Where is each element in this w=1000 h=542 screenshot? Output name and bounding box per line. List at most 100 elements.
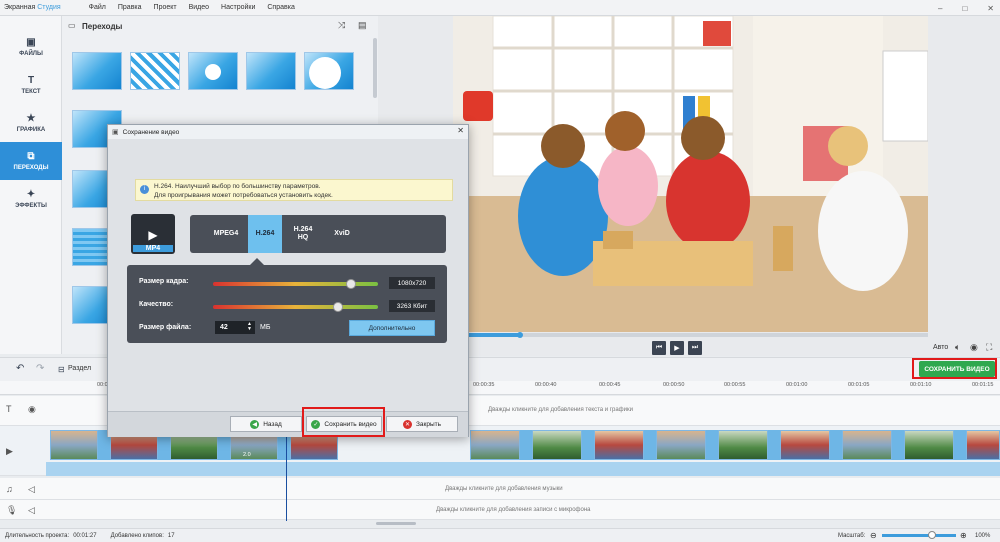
quality-knob[interactable] [333,302,343,312]
text-icon: T [27,74,35,86]
video-preview[interactable] [453,16,928,332]
timeline-clip[interactable] [842,430,892,460]
volume-icon[interactable]: ◁ [28,484,35,495]
circle-mark [205,64,221,80]
quality-slider[interactable] [213,305,378,309]
close-window-button[interactable]: ✕ [987,4,994,13]
menu-file[interactable]: Файл [89,4,106,11]
timeline-transition[interactable] [706,430,718,460]
encoding-settings-panel: Размер кадра: 1080x720 Качество: 3263 Кб… [127,265,447,343]
microphone-icon: 🎙︎ [6,505,18,515]
transition-thumb[interactable] [130,52,180,90]
ruler-tick: 00:00:45 [599,382,621,388]
menu-edit[interactable]: Правка [118,4,142,11]
frame-size-value: 1080x720 [389,277,435,289]
timeline-clip[interactable] [470,430,520,460]
zoom-slider-knob[interactable] [928,531,936,539]
sidebar-item-text[interactable]: T ТЕКСТ [0,66,62,104]
auto-label[interactable]: Авто [933,344,948,351]
timeline-scrollbar[interactable] [376,522,416,525]
zoom-in-icon[interactable]: ⊕ [960,531,967,540]
skip-back-button[interactable]: ⏮ [652,341,666,355]
codec-option-xvid[interactable]: XviD [324,215,360,253]
timeline-transition[interactable] [644,430,656,460]
timeline-clip[interactable] [594,430,644,460]
camera-icon[interactable]: ◉ [970,342,978,353]
timeline-clip[interactable] [656,430,706,460]
music-track-hint: Дважды кликните для добавления музыки [445,486,563,492]
volume-icon[interactable]: 🔈︎ [955,342,960,353]
timeline-clip[interactable] [50,430,98,460]
close-circle-icon: ✕ [402,419,412,429]
sidebar-item-effects[interactable]: ✦ ЭФФЕКТЫ [0,180,62,218]
menu-help[interactable]: Справка [267,4,294,11]
dialog-app-icon: ▣ [112,129,119,136]
timeline-transition[interactable] [582,430,594,460]
transition-thumb[interactable] [188,52,238,90]
maximize-button[interactable]: □ [962,4,967,13]
skip-forward-button[interactable]: ⏭ [688,341,702,355]
sidebar-item-transitions[interactable]: ⧉ ПЕРЕХОДЫ [0,142,62,180]
transitions-scrollbar[interactable] [373,38,377,98]
transition-thumb[interactable] [72,52,122,90]
microphone-track-hint: Дважды кликните для добавления записи с … [436,507,591,513]
mp4-container-icon[interactable]: ▶ MP4 [131,214,175,254]
timeline-clip[interactable] [780,430,830,460]
timeline-clip[interactable] [904,430,954,460]
zoom-slider-track[interactable] [882,534,956,537]
film-icon: ▭ [68,21,76,30]
quality-label: Качество: [139,301,174,308]
magic-wand-icon: ✦ [26,188,36,200]
eye-icon[interactable]: ◉ [28,404,36,415]
split-button[interactable]: Раздел [68,365,91,372]
zoom-out-icon[interactable]: ⊖ [870,531,877,540]
menu-video[interactable]: Видео [189,4,209,11]
stepper-arrows-icon[interactable]: ▲ ▼ [247,322,252,332]
dialog-title: Сохранение видео [122,128,180,136]
timeline-transition[interactable] [830,430,842,460]
shuffle-icon[interactable]: ⤨ [338,20,345,31]
timeline-clip[interactable] [966,430,1000,460]
minimize-button[interactable]: – [938,4,942,13]
ruler-tick: 00:01:00 [786,382,808,388]
dialog-close-icon[interactable]: ✕ [457,126,464,135]
transition-thumb[interactable] [304,52,354,90]
video-frame [453,16,928,332]
codec-option-h264-hq[interactable]: H.264 HQ [284,215,322,253]
close-dialog-button[interactable]: ✕ Закрыть [386,416,458,432]
zoom-label: Масштаб: [838,532,866,539]
image-icon: ▣ [26,36,36,48]
timeline-transition[interactable] [520,430,532,460]
ruler-tick: 00:00:55 [724,382,746,388]
volume-icon[interactable]: ◁ [28,505,35,516]
transition-thumb[interactable] [246,52,296,90]
timeline-clip[interactable] [718,430,768,460]
playback-progress-knob[interactable] [517,332,523,338]
title-bar: Экранная Студия Файл Правка Проект Видео… [0,0,1000,16]
timeline-clip[interactable] [532,430,582,460]
menu-settings[interactable]: Настройки [221,4,255,11]
timeline-transition[interactable] [954,430,966,460]
frame-size-knob[interactable] [346,279,356,289]
skip-back-icon: ⏮ [655,344,663,351]
video-track-icon: ▶ [6,446,13,456]
play-button[interactable]: ▶ [670,341,684,355]
advanced-button[interactable]: Дополнительно [349,320,435,336]
timeline-transition[interactable] [768,430,780,460]
timeline-transition[interactable] [892,430,904,460]
codec-option-h264[interactable]: H.264 [248,215,282,253]
fullscreen-icon[interactable]: ⛶ [986,342,992,353]
sidebar-item-graphics[interactable]: ★ ГРАФИКА [0,104,62,142]
container-label: MP4 [133,245,173,252]
filmstrip-icon[interactable]: ▤ [358,20,367,31]
undo-icon[interactable]: ↶ [16,363,24,374]
playback-progress-track[interactable] [453,333,928,337]
ruler-tick: 00:01:10 [910,382,932,388]
sidebar-item-files[interactable]: ▣ ФАЙЛЫ [0,28,62,66]
file-size-input[interactable]: 42 ▲ ▼ [215,321,255,334]
back-button[interactable]: ◀ Назад [230,416,302,432]
ruler-tick: 00:01:05 [848,382,870,388]
redo-icon[interactable]: ↷ [36,363,44,374]
menu-project[interactable]: Проект [154,4,177,11]
codec-option-mpeg4[interactable]: MPEG4 [204,215,248,253]
